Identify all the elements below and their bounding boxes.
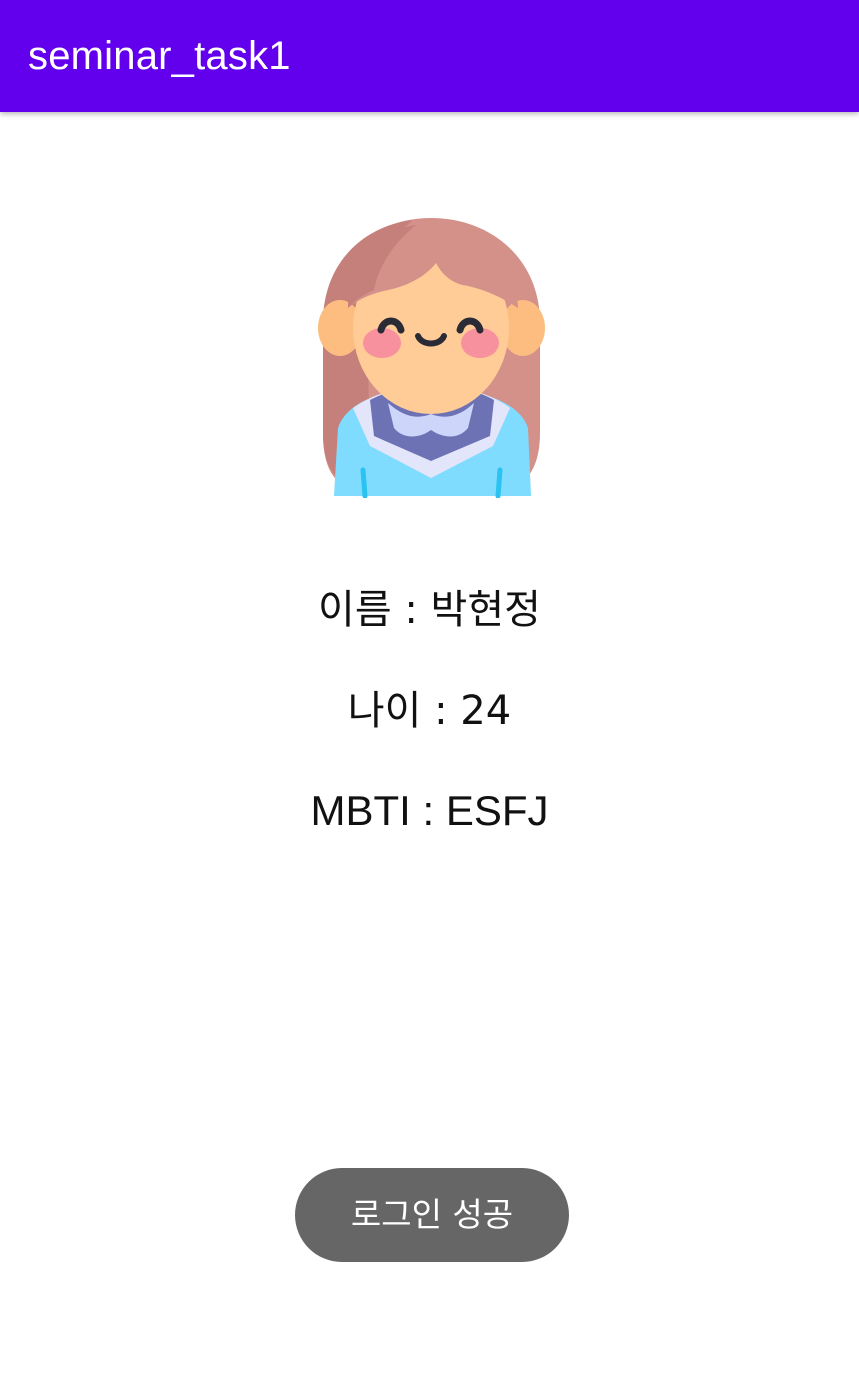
profile-screen: seminar_task1 이름: 박현정 나이: 24 MBTI: ES…: [0, 0, 859, 1380]
app-bar: seminar_task1: [0, 0, 859, 112]
girl-avatar-icon: [318, 218, 548, 498]
login-success-toast: 로그인 성공: [295, 1168, 569, 1262]
mbti-text: MBTI : ESFJ: [310, 787, 549, 834]
name-text: 이름 : 박현정: [318, 587, 541, 633]
app-title: seminar_task1: [28, 34, 291, 78]
age-text: 나이 : 24: [347, 688, 512, 734]
